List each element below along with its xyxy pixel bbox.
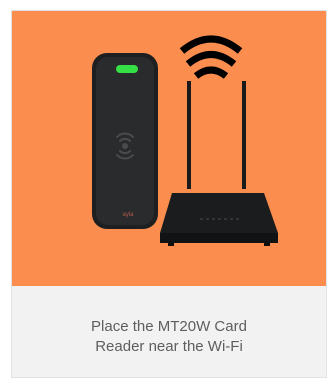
setup-illustration-graphic: ayla (92, 35, 278, 246)
instruction-line-1: Place the MT20W Card (91, 318, 247, 335)
card-reader-icon: ayla (92, 53, 158, 229)
setup-illustration: ayla (12, 11, 326, 286)
wifi-signal-icon (179, 35, 243, 79)
status-led-icon (116, 65, 138, 73)
setup-instruction-card: ayla Place the MT20W Card Reader near th… (11, 10, 327, 378)
instruction-text: Place the MT20W Card Reader near the Wi-… (12, 317, 326, 357)
reader-brand-logo: ayla (122, 212, 134, 218)
instruction-line-2: Reader near the Wi-Fi (95, 338, 243, 355)
wifi-router-icon (160, 81, 278, 246)
